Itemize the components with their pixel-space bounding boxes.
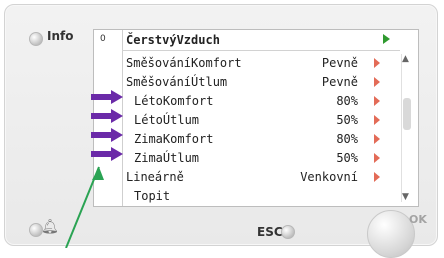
green-arrow-icon <box>65 166 104 248</box>
